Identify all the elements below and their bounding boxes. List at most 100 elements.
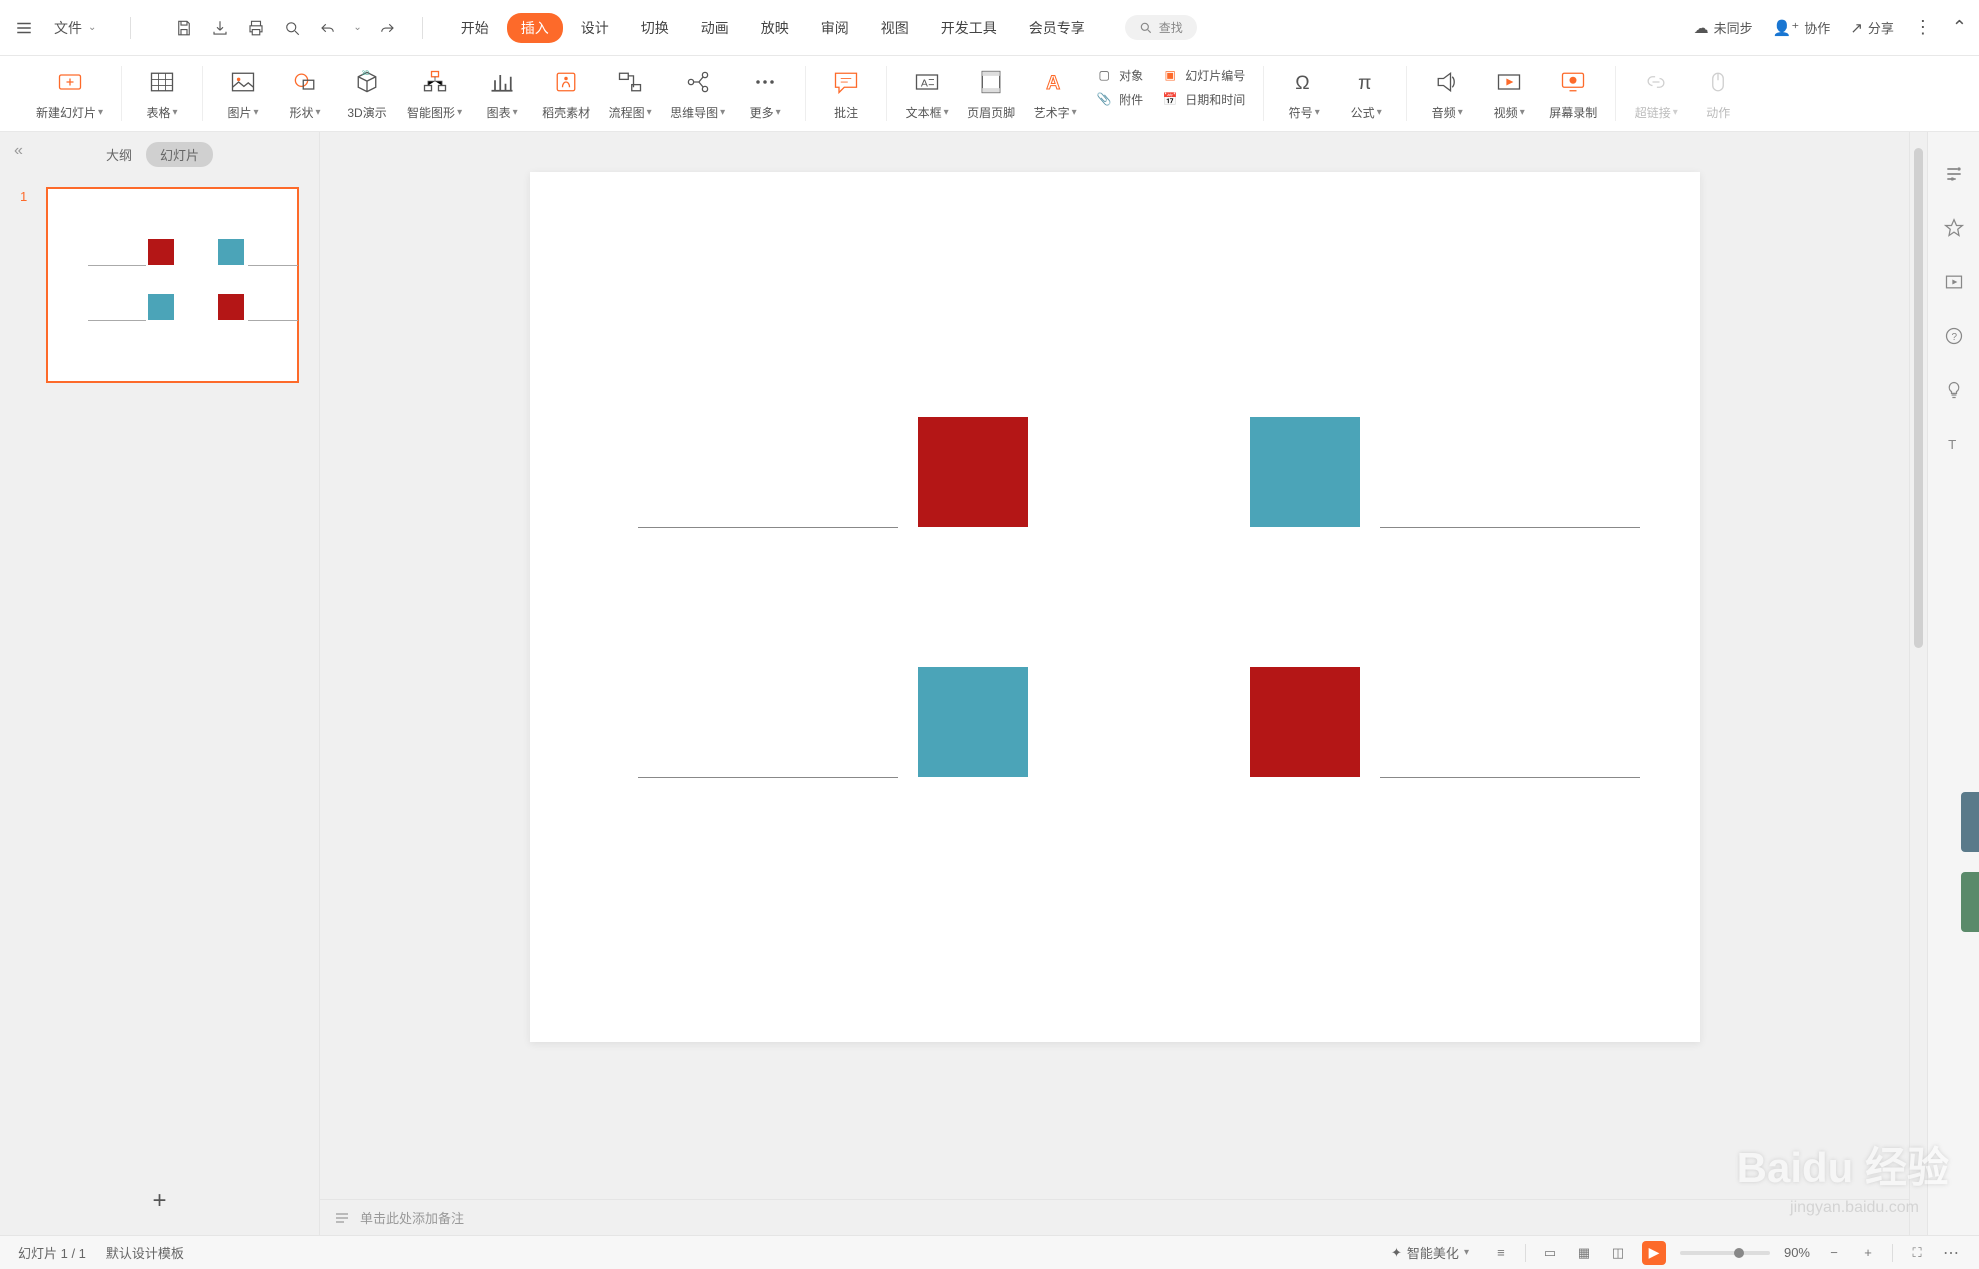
mindmap-button[interactable]: 思维导图▾	[670, 66, 725, 121]
screenrec-button[interactable]: 屏幕录制	[1549, 66, 1597, 121]
collab-button[interactable]: 👤⁺协作	[1773, 18, 1831, 37]
collapse-panel-icon[interactable]: «	[14, 142, 23, 160]
shape-red-1[interactable]	[918, 417, 1028, 527]
picture-button[interactable]: 图片▾	[221, 66, 265, 121]
video-button[interactable]: 视频▾	[1487, 66, 1531, 121]
file-menu[interactable]: 文件 ⌄	[44, 14, 106, 42]
add-slide-button[interactable]: +	[0, 1171, 319, 1235]
undo-dropdown-icon[interactable]: ⌄	[353, 22, 361, 33]
textbox-button[interactable]: A 文本框▾	[905, 66, 949, 121]
line-3[interactable]	[638, 777, 898, 778]
canvas-scroll[interactable]	[320, 132, 1909, 1199]
tab-review[interactable]: 审阅	[807, 13, 863, 43]
shape-button[interactable]: 形状▾	[283, 66, 327, 121]
tab-transition[interactable]: 切换	[627, 13, 683, 43]
flowchart-button[interactable]: 流程图▾	[608, 66, 652, 121]
slide-canvas[interactable]	[530, 172, 1700, 1042]
more-button[interactable]: 更多▾	[743, 66, 787, 121]
slide-thumbnail[interactable]	[46, 187, 299, 383]
more-icon[interactable]: ⋮	[1914, 17, 1932, 38]
text-icon[interactable]: T	[1942, 432, 1966, 456]
table-button[interactable]: 表格▾	[140, 66, 184, 121]
cloud-icon: ☁	[1694, 19, 1709, 37]
slides-tab[interactable]: 幻灯片	[146, 142, 213, 167]
divider	[422, 17, 423, 39]
notes-placeholder: 单击此处添加备注	[360, 1208, 464, 1227]
undo-icon[interactable]	[317, 17, 339, 39]
symbol-button[interactable]: Ω 符号▾	[1282, 66, 1326, 121]
view-sorter-icon[interactable]: ▦	[1574, 1243, 1594, 1263]
more-status-icon[interactable]: ⋯	[1941, 1243, 1961, 1263]
shape-red-2[interactable]	[1250, 667, 1360, 777]
collapse-ribbon-icon[interactable]: ⌃	[1952, 17, 1967, 38]
equation-button[interactable]: π 公式▾	[1344, 66, 1388, 121]
zoom-thumb[interactable]	[1734, 1248, 1744, 1258]
shape-teal-2[interactable]	[918, 667, 1028, 777]
play-icon[interactable]	[1942, 270, 1966, 294]
beautify-button[interactable]: ✦ 智能美化 ▾	[1383, 1240, 1477, 1265]
view-slideshow-icon[interactable]: ▶	[1642, 1241, 1666, 1265]
tab-member[interactable]: 会员专享	[1015, 13, 1099, 43]
headerfooter-button[interactable]: 页眉页脚	[967, 66, 1015, 121]
object-button[interactable]: ▢对象	[1095, 66, 1143, 84]
search-box[interactable]: 查找	[1125, 15, 1197, 40]
vertical-scrollbar[interactable]	[1909, 132, 1927, 1235]
view-normal-icon[interactable]: ▭	[1540, 1243, 1560, 1263]
scrollbar-thumb[interactable]	[1914, 148, 1923, 648]
datetime-button[interactable]: 📅日期和时间	[1161, 90, 1245, 108]
zoom-minus-icon[interactable]: −	[1824, 1243, 1844, 1263]
stock-button[interactable]: 稻壳素材	[542, 66, 590, 121]
3d-button[interactable]: 3D 3D演示	[345, 66, 389, 121]
cube-icon: 3D	[351, 66, 383, 98]
shape-teal-1[interactable]	[1250, 417, 1360, 527]
tab-view[interactable]: 视图	[867, 13, 923, 43]
notes-toggle-icon[interactable]: ≡	[1491, 1243, 1511, 1263]
star-icon[interactable]	[1942, 216, 1966, 240]
line-1[interactable]	[638, 527, 898, 528]
slides-panel: « 大纲 幻灯片 1	[0, 132, 320, 1235]
side-tab-1[interactable]	[1961, 792, 1979, 852]
notes-bar[interactable]: 单击此处添加备注	[320, 1199, 1909, 1235]
share-button[interactable]: ↗分享	[1850, 18, 1894, 37]
menu-icon[interactable]	[12, 16, 36, 40]
slidenum-icon: ▣	[1161, 66, 1179, 84]
slidenum-button[interactable]: ▣幻灯片编号	[1161, 66, 1245, 84]
tab-animation[interactable]: 动画	[687, 13, 743, 43]
comment-button[interactable]: 批注	[824, 66, 868, 121]
wordart-button[interactable]: A 艺术字▾	[1033, 66, 1077, 121]
notes-icon	[334, 1210, 350, 1226]
bulb-icon[interactable]	[1942, 378, 1966, 402]
zoom-value[interactable]: 90%	[1784, 1245, 1810, 1260]
outline-tab[interactable]: 大纲	[106, 145, 132, 164]
tab-slideshow[interactable]: 放映	[747, 13, 803, 43]
attachment-button[interactable]: 📎附件	[1095, 90, 1143, 108]
export-icon[interactable]	[209, 17, 231, 39]
print-preview-icon[interactable]	[281, 17, 303, 39]
view-reading-icon[interactable]: ◫	[1608, 1243, 1628, 1263]
print-icon[interactable]	[245, 17, 267, 39]
zoom-plus-icon[interactable]: +	[1858, 1243, 1878, 1263]
help-icon[interactable]: ?	[1942, 324, 1966, 348]
speaker-icon	[1431, 66, 1463, 98]
sync-status[interactable]: ☁未同步	[1694, 18, 1753, 37]
line-2[interactable]	[1380, 527, 1640, 528]
audio-button[interactable]: 音频▾	[1425, 66, 1469, 121]
line-4[interactable]	[1380, 777, 1640, 778]
chart-button[interactable]: 图表▾	[480, 66, 524, 121]
smartart-button[interactable]: 智能图形▾	[407, 66, 462, 121]
tab-start[interactable]: 开始	[447, 13, 503, 43]
tab-design[interactable]: 设计	[567, 13, 623, 43]
settings-icon[interactable]	[1942, 162, 1966, 186]
tab-insert[interactable]: 插入	[507, 13, 563, 43]
save-icon[interactable]	[173, 17, 195, 39]
comment-icon	[830, 66, 862, 98]
tab-devtools[interactable]: 开发工具	[927, 13, 1011, 43]
new-slide-button[interactable]: 新建幻灯片▾	[36, 66, 103, 121]
zoom-slider[interactable]	[1680, 1251, 1770, 1255]
redo-icon[interactable]	[376, 17, 398, 39]
textbox-icon: A	[911, 66, 943, 98]
svg-text:?: ?	[1951, 332, 1957, 343]
side-tab-2[interactable]	[1961, 872, 1979, 932]
file-menu-label: 文件	[54, 18, 82, 38]
fit-icon[interactable]: ⛶	[1907, 1243, 1927, 1263]
